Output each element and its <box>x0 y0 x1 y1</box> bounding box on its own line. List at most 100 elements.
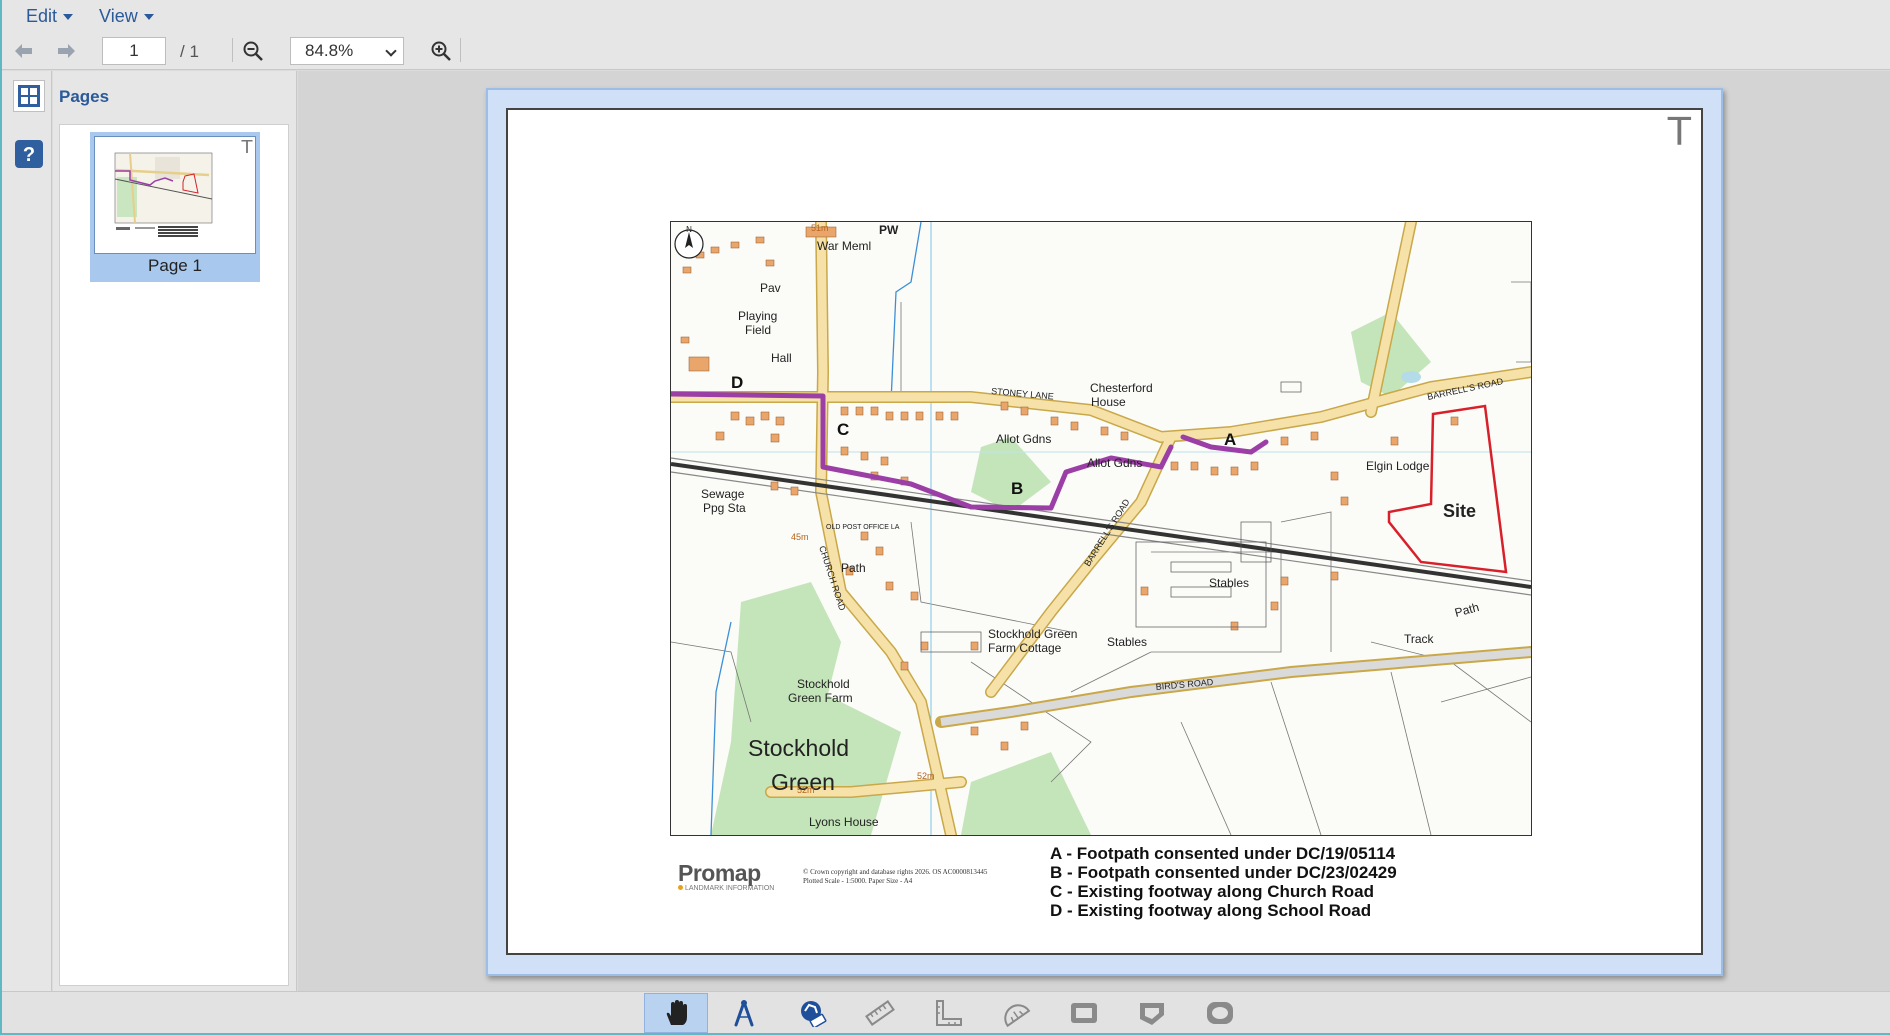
map-label-site: Site <box>1443 501 1476 521</box>
document-viewer[interactable]: T N PW War Meml Pav Playing Field Hall S… <box>298 71 1890 991</box>
zoom-select[interactable]: 84.8% <box>290 37 404 65</box>
map-svg: N PW War Meml Pav Playing Field Hall STO… <box>671 222 1531 835</box>
thumbnail-corner-mark: T <box>241 137 254 158</box>
zoom-out-button[interactable] <box>238 37 268 65</box>
page-frame: T N PW War Meml Pav Playing Field Hall S… <box>486 88 1723 976</box>
angle-tool-button[interactable] <box>916 993 980 1033</box>
pages-list[interactable]: T Page 1 <box>59 124 289 986</box>
promap-brand-sub: LANDMARK INFORMATION <box>685 885 775 892</box>
map-label-elgin-lodge: Elgin Lodge <box>1366 459 1430 473</box>
page-thumbnail-item[interactable]: T Page 1 <box>90 132 260 282</box>
brand-dot-icon <box>678 885 683 890</box>
promap-brand-name: Promap <box>678 860 761 886</box>
toolbar-divider <box>460 38 461 62</box>
document-page[interactable]: T N PW War Meml Pav Playing Field Hall S… <box>506 108 1703 955</box>
markup-tool-button[interactable] <box>712 993 776 1033</box>
hand-icon <box>666 1000 687 1025</box>
measure-tool-button[interactable] <box>780 993 844 1033</box>
rectangle-icon <box>1071 1003 1097 1023</box>
map-label-path: Path <box>841 561 866 575</box>
chevron-down-icon <box>385 45 397 57</box>
previous-page-button[interactable] <box>8 37 38 65</box>
map-label-house: House <box>1091 395 1126 409</box>
map-legend: A - Footpath consented under DC/19/05114… <box>1050 844 1397 920</box>
zoom-value: 84.8% <box>305 41 354 60</box>
toolbar: / 1 84.8% <box>2 32 1890 70</box>
protractor-icon <box>1004 1004 1031 1027</box>
map-label-stockhold-big: Stockhold <box>748 735 849 761</box>
map-label-allot-gdns-2: Allot Gdns <box>1087 456 1142 470</box>
circle-icon <box>1207 1002 1233 1024</box>
ruler-tool-button[interactable] <box>848 993 912 1033</box>
route-label-d: D <box>731 373 743 392</box>
map-label-green-farm: Green Farm <box>788 691 853 705</box>
promap-logo: Promap LANDMARK INFORMATION <box>678 860 774 892</box>
polygon-tool-button[interactable] <box>1120 993 1184 1033</box>
help-button[interactable]: ? <box>13 138 45 170</box>
menubar: Edit View <box>2 0 1890 32</box>
map-label-52m-a: 52m <box>797 785 815 795</box>
map-label-45m: 45m <box>791 532 809 542</box>
edit-menu[interactable]: Edit <box>22 6 77 27</box>
map-label-stables-2: Stables <box>1107 635 1147 649</box>
map-label-old-post-office: OLD POST OFFICE LA <box>826 524 900 531</box>
arrow-right-icon <box>58 44 75 58</box>
legend-item-b: B - Footpath consented under DC/23/02429 <box>1050 863 1397 882</box>
measure-icon <box>801 1001 827 1027</box>
site-location-map: N PW War Meml Pav Playing Field Hall STO… <box>670 221 1532 836</box>
route-label-a: A <box>1224 430 1236 449</box>
page-number-input[interactable] <box>102 37 166 65</box>
map-label-sewage: Sewage <box>701 487 745 501</box>
route-label-b: B <box>1011 479 1023 498</box>
help-icon: ? <box>15 140 43 168</box>
zoom-in-icon <box>431 41 451 61</box>
legend-item-a: A - Footpath consented under DC/19/05114 <box>1050 844 1396 863</box>
map-label-track: Track <box>1404 632 1435 646</box>
map-label-pav: Pav <box>760 281 781 295</box>
map-label-war-meml: War Meml <box>817 239 871 253</box>
promap-brand-sub-row: LANDMARK INFORMATION <box>678 885 774 892</box>
svg-text:?: ? <box>23 144 35 166</box>
sidebar-icon-strip: ? <box>2 71 52 991</box>
view-menu[interactable]: View <box>95 6 158 27</box>
page-thumbnail[interactable]: T <box>94 136 256 254</box>
zoom-in-button[interactable] <box>426 37 456 65</box>
edit-menu-label: Edit <box>26 5 58 26</box>
next-page-button[interactable] <box>52 37 82 65</box>
map-label-stockhold: Stockhold <box>797 677 850 691</box>
map-label-lyons-house: Lyons House <box>809 815 879 829</box>
rectangle-tool-button[interactable] <box>1052 993 1116 1033</box>
copyright-line-1: © Crown copyright and database rights 20… <box>803 868 988 876</box>
route-label-c: C <box>837 420 849 439</box>
page-thumbnail-label: Page 1 <box>148 256 202 275</box>
protractor-tool-button[interactable] <box>984 993 1048 1033</box>
thumbnails-view-button[interactable] <box>13 80 45 112</box>
polygon-icon <box>1140 1003 1164 1025</box>
arrow-left-icon <box>15 44 32 58</box>
view-menu-label: View <box>99 5 138 26</box>
page-thumbnail-preview: T <box>95 137 255 253</box>
pan-tool-button[interactable] <box>644 993 708 1033</box>
chevron-down-icon <box>143 14 154 20</box>
map-label-ppg-sta: Ppg Sta <box>703 501 746 515</box>
chevron-down-icon <box>63 14 74 20</box>
map-label-playing: Playing <box>738 309 777 323</box>
map-label-stockhold-green-farm-cottage-1: Stockhold Green <box>988 627 1077 641</box>
circle-tool-button[interactable] <box>1188 993 1252 1033</box>
compass-pen-icon <box>734 1000 754 1027</box>
pages-panel-title: Pages <box>59 87 110 106</box>
map-label-chesterford: Chesterford <box>1090 381 1153 395</box>
map-label-field: Field <box>745 323 771 337</box>
legend-item-d: D - Existing footway along School Road <box>1050 901 1372 920</box>
legend-item-c: C - Existing footway along Church Road <box>1050 882 1374 901</box>
ruler-icon <box>865 1000 895 1026</box>
map-label-pw: PW <box>879 223 899 237</box>
zoom-out-icon <box>243 41 263 61</box>
pdf-viewer-app: Edit View / 1 <box>2 0 1890 1033</box>
map-label-51m: 51m <box>811 223 829 233</box>
map-label-hall: Hall <box>771 351 792 365</box>
grid-icon <box>18 85 40 107</box>
map-label-52m-b: 52m <box>917 771 935 781</box>
map-label-stockhold-green-farm-cottage-2: Farm Cottage <box>988 641 1062 655</box>
map-label-allot-gdns: Allot Gdns <box>996 432 1051 446</box>
